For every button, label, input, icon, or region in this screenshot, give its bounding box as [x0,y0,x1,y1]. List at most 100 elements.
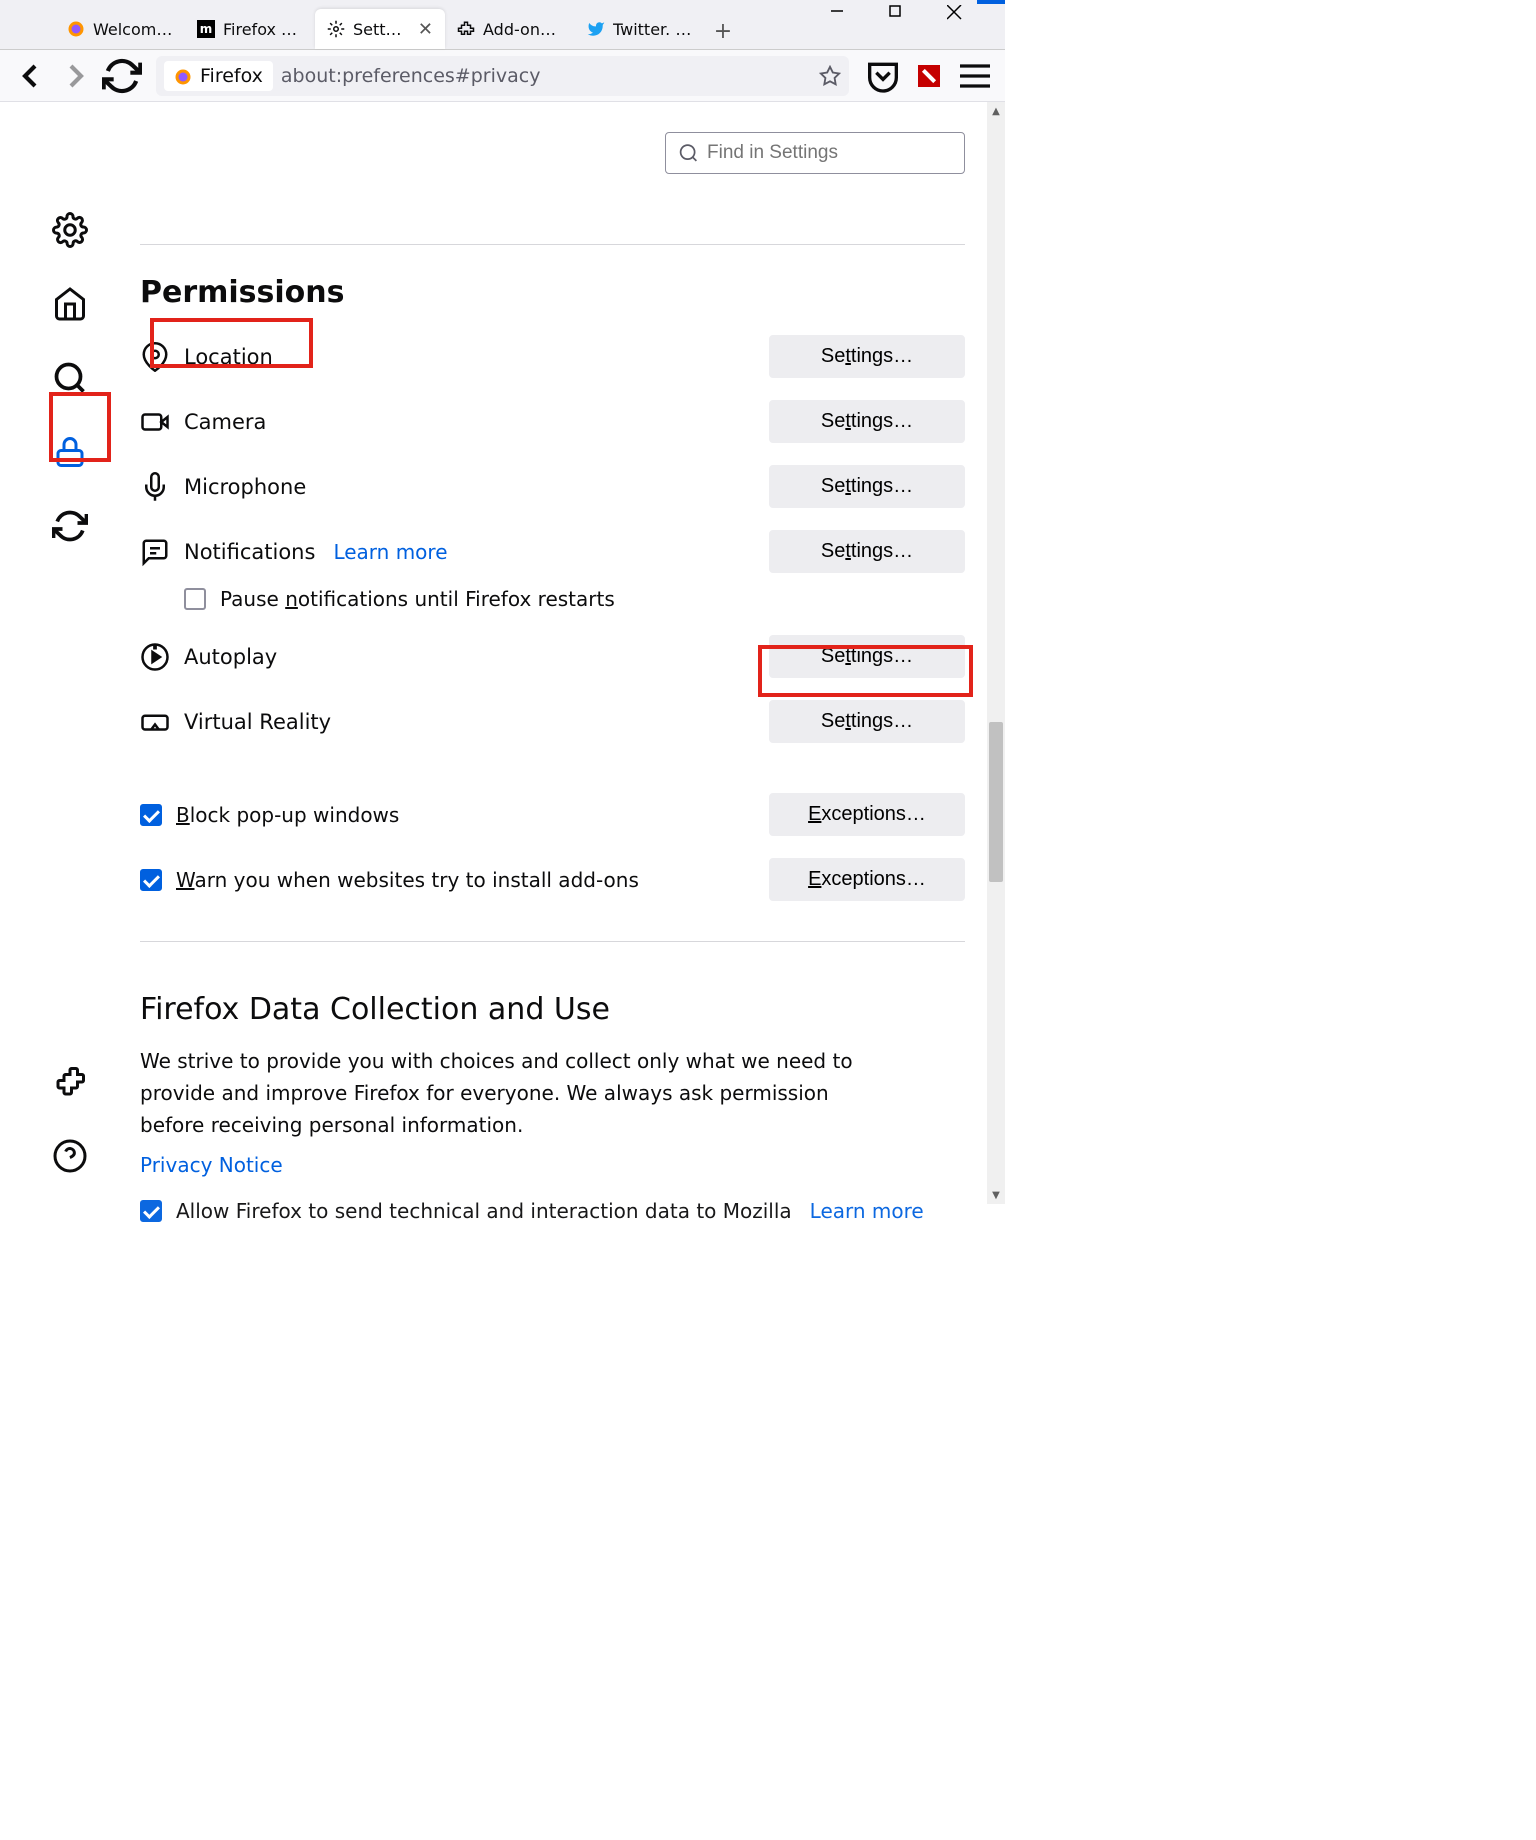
twitter-icon [587,20,605,38]
camera-label: Camera [184,410,769,434]
tab-label: Add-ons M [483,20,563,39]
identity-label: Firefox [200,65,263,87]
allow-data-checkbox[interactable] [140,1200,162,1222]
microphone-label: Microphone [184,475,769,499]
scroll-down-arrow[interactable]: ▼ [987,1186,1005,1204]
divider [140,941,965,942]
url-bar[interactable]: Firefox about:preferences#privacy [156,56,849,96]
microphone-icon [140,472,170,502]
tab-addons[interactable]: Add-ons M [445,9,575,49]
vr-icon [140,707,170,737]
permission-notifications-row: Notifications Learn more Settings… [140,530,965,573]
notifications-label: Notifications [184,540,315,564]
tab-label: Welcome to [93,20,173,39]
data-learn-more-link[interactable]: Learn more [810,1199,924,1223]
allow-data-row: Allow Firefox to send technical and inte… [140,1199,965,1223]
notifications-learn-more-link[interactable]: Learn more [333,540,447,564]
permission-microphone-row: Microphone Settings… [140,465,965,508]
sidebar-help-icon[interactable] [52,1138,88,1174]
main-area: Permissions Location Settings… Camera Se… [0,102,1005,1204]
find-settings-box[interactable] [665,132,965,174]
data-collection-heading: Firefox Data Collection and Use [140,992,965,1027]
tab-label: Settings [353,20,406,39]
scroll-up-arrow[interactable]: ▲ [987,102,1005,120]
url-text: about:preferences#privacy [281,65,811,87]
sidebar-search-icon[interactable] [52,360,88,396]
tab-settings[interactable]: Settings ✕ [315,9,445,49]
vr-label: Virtual Reality [184,710,769,734]
search-icon [678,133,699,173]
autoplay-settings-button[interactable]: Settings… [769,635,965,678]
close-icon[interactable]: ✕ [418,19,433,40]
popups-exceptions-button[interactable]: Exceptions… [769,793,965,836]
tab-twitter[interactable]: Twitter. It's [575,9,705,49]
pause-notifications-row: Pause notifications until Firefox restar… [184,587,965,611]
identity-box[interactable]: Firefox [164,61,273,91]
warn-addons-row: Warn you when websites try to install ad… [140,858,965,901]
close-window-button[interactable] [947,5,1005,45]
permissions-heading: Permissions [140,275,965,310]
warn-addons-checkbox[interactable] [140,869,162,891]
addons-exceptions-button[interactable]: Exceptions… [769,858,965,901]
microphone-settings-button[interactable]: Settings… [769,465,965,508]
window-accent [977,0,1005,4]
location-label: Location [184,345,769,369]
pause-notifications-label: Pause notifications until Firefox restar… [220,587,615,611]
pocket-button[interactable] [863,56,903,96]
autoplay-label: Autoplay [184,645,769,669]
scroll-thumb[interactable] [989,722,1003,882]
permission-location-row: Location Settings… [140,335,965,378]
app-menu-button[interactable] [955,56,995,96]
addon-icon [457,20,475,38]
permission-camera-row: Camera Settings… [140,400,965,443]
settings-sidebar [0,102,140,1204]
camera-settings-button[interactable]: Settings… [769,400,965,443]
notifications-settings-button[interactable]: Settings… [769,530,965,573]
tab-label: Twitter. It's [613,20,693,39]
divider [140,244,965,245]
warn-addons-label: Warn you when websites try to install ad… [176,868,769,892]
vr-settings-button[interactable]: Settings… [769,700,965,743]
gear-icon [327,20,345,38]
block-popups-checkbox[interactable] [140,804,162,826]
block-popups-label: Block pop-up windows [176,803,769,827]
tab-strip: Welcome to m Firefox Priv Settings ✕ Add… [0,0,831,49]
bookmark-star-icon[interactable] [819,65,841,87]
new-tab-button[interactable]: + [705,13,741,49]
sidebar-extensions-icon[interactable] [52,1064,88,1100]
noscript-icon [918,65,940,87]
tab-privacy[interactable]: m Firefox Priv [185,9,315,49]
sidebar-sync-icon[interactable] [52,508,88,544]
titlebar: Welcome to m Firefox Priv Settings ✕ Add… [0,0,1005,50]
location-icon [140,342,170,372]
vertical-scrollbar[interactable]: ▲ ▼ [987,102,1005,1204]
tab-welcome[interactable]: Welcome to [55,9,185,49]
location-settings-button[interactable]: Settings… [769,335,965,378]
block-popups-row: Block pop-up windows Exceptions… [140,793,965,836]
reload-button[interactable] [102,56,142,96]
sidebar-privacy-icon[interactable] [52,434,88,470]
m-icon: m [197,20,215,38]
data-collection-desc: We strive to provide you with choices an… [140,1045,860,1141]
window-controls [831,0,1005,49]
privacy-notice-link[interactable]: Privacy Notice [140,1153,283,1177]
maximize-button[interactable] [889,5,947,45]
extension-button[interactable] [909,56,949,96]
allow-data-label: Allow Firefox to send technical and inte… [176,1199,792,1223]
forward-button[interactable] [56,56,96,96]
settings-content: Permissions Location Settings… Camera Se… [140,102,1005,1204]
nav-toolbar: Firefox about:preferences#privacy [0,50,1005,102]
firefox-icon [174,67,192,85]
permission-vr-row: Virtual Reality Settings… [140,700,965,743]
camera-icon [140,407,170,437]
minimize-button[interactable] [831,5,889,45]
sidebar-home-icon[interactable] [52,286,88,322]
notifications-icon [140,537,170,567]
tab-label: Firefox Priv [223,20,303,39]
sidebar-general-icon[interactable] [52,212,88,248]
permission-autoplay-row: Autoplay Settings… [140,635,965,678]
find-settings-input[interactable] [707,142,952,164]
pause-notifications-checkbox[interactable] [184,588,206,610]
back-button[interactable] [10,56,50,96]
firefox-icon [67,20,85,38]
